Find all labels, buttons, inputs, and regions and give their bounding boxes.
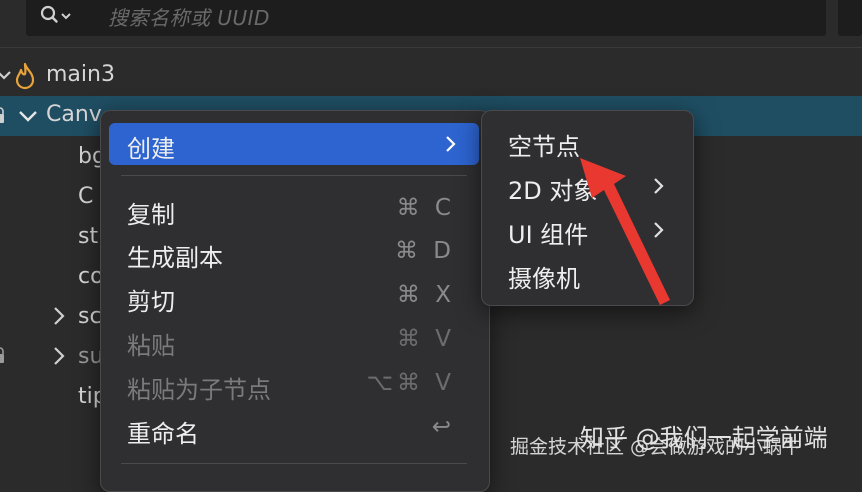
- menu-item-copy[interactable]: 复制 ⌘ C: [109, 189, 479, 231]
- scene-flame-icon: [15, 62, 35, 90]
- chevron-down-icon[interactable]: [0, 66, 12, 86]
- search-dropdown-icon[interactable]: [40, 5, 72, 25]
- search-input[interactable]: 搜索名称或 UUID: [108, 2, 270, 31]
- tree-item[interactable]: st: [78, 224, 98, 249]
- chevron-right-icon[interactable]: [52, 346, 66, 366]
- menu-item-shortcut: ⌘ V: [396, 326, 455, 352]
- search-side-button[interactable]: [838, 0, 862, 36]
- menu-item-shortcut: ⌘ X: [396, 282, 455, 308]
- lock-icon[interactable]: [0, 346, 6, 366]
- menu-item-label: 重命名: [127, 420, 199, 448]
- menu-divider: [121, 175, 467, 176]
- menu-item-label: 粘贴为子节点: [127, 376, 271, 404]
- menu-item-duplicate[interactable]: 生成副本 ⌘ D: [109, 232, 479, 274]
- menu-item-shortcut: ↩: [431, 414, 455, 440]
- divider: [0, 47, 862, 48]
- menu-item-create[interactable]: 创建: [109, 123, 479, 165]
- menu-item-shortcut: ⌥⌘ V: [366, 370, 455, 396]
- menu-item-paste[interactable]: 粘贴 ⌘ V: [109, 320, 479, 362]
- watermark-juejin: 掘金技术社区 @会做游戏的小蜗牛: [510, 436, 802, 458]
- menu-item-shortcut: ⌘ C: [396, 195, 455, 221]
- chevron-right-icon[interactable]: [52, 306, 66, 326]
- menu-item-label: 剪切: [127, 288, 175, 316]
- menu-item-label: 粘贴: [127, 332, 175, 360]
- menu-item-cut[interactable]: 剪切 ⌘ X: [109, 276, 479, 318]
- menu-item-label: 生成副本: [127, 244, 223, 272]
- tree-item[interactable]: sc: [78, 304, 102, 329]
- chevron-right-icon: [446, 136, 456, 152]
- menu-item-label: 复制: [127, 201, 175, 229]
- menu-divider: [121, 463, 467, 464]
- chevron-down-icon[interactable]: [18, 106, 38, 126]
- context-menu: 创建 复制 ⌘ C 生成副本 ⌘ D 剪切 ⌘ X 粘贴 ⌘ V 粘贴为子节点 …: [100, 110, 490, 492]
- search-bar[interactable]: 搜索名称或 UUID: [26, 0, 826, 36]
- tree-item-scene[interactable]: main3: [46, 62, 115, 87]
- menu-item-paste-as-child[interactable]: 粘贴为子节点 ⌥⌘ V: [109, 364, 479, 406]
- annotation-arrow-icon: [580, 158, 670, 305]
- tree-item-canvas[interactable]: Canv: [46, 102, 102, 127]
- menu-item-shortcut: ⌘ D: [394, 238, 455, 264]
- lock-icon[interactable]: [0, 106, 6, 126]
- tree-item[interactable]: C: [78, 184, 93, 209]
- menu-item-label: 创建: [127, 135, 175, 163]
- menu-item-rename[interactable]: 重命名 ↩: [109, 408, 479, 450]
